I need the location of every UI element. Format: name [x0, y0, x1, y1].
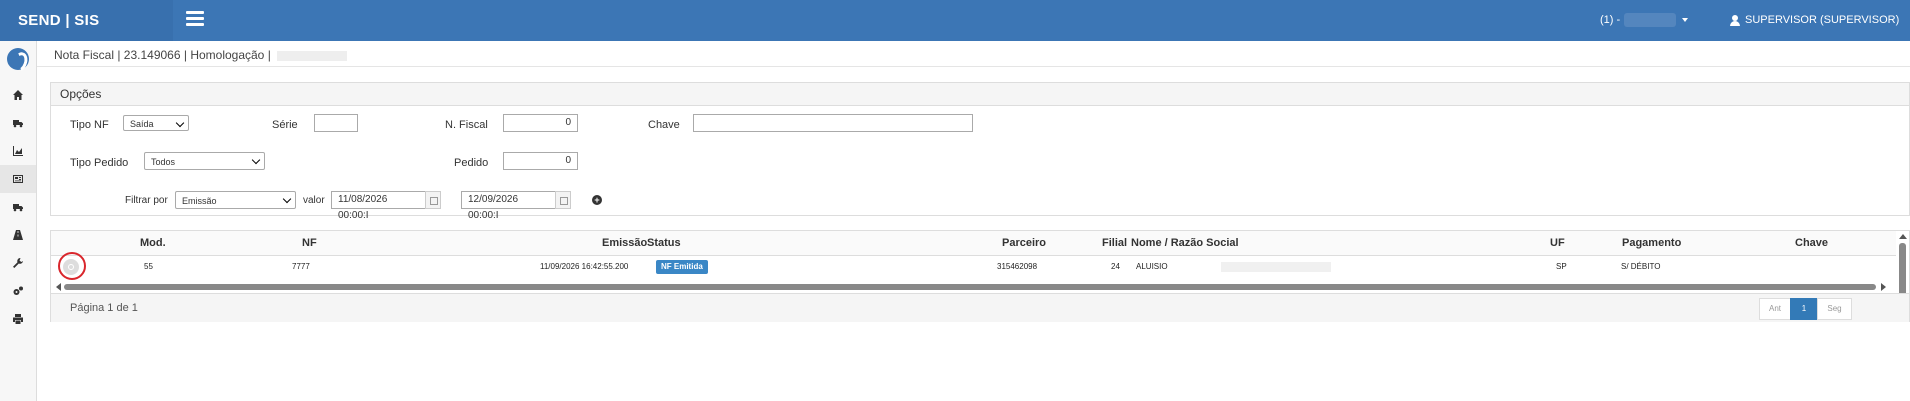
truck-icon[interactable]: [0, 109, 36, 137]
top-bar: SEND | SIS (1) - SUPERVISOR (SUPERVISOR): [0, 0, 1910, 64]
breadcrumb-redacted: [276, 50, 347, 61]
caret-down-icon: [1736, 59, 1742, 64]
road-icon[interactable]: [0, 221, 36, 249]
cell-parceiro: 315462098: [997, 262, 1038, 271]
printer-icon[interactable]: [0, 305, 36, 333]
horizontal-scrollbar[interactable]: [51, 282, 1896, 292]
unit-label: (1) -: [1600, 14, 1621, 26]
serie-label: Série: [272, 119, 298, 131]
gears-icon[interactable]: [0, 277, 36, 305]
valor-label: valor: [303, 195, 325, 206]
caret-down-icon: [1682, 18, 1689, 23]
cell-nf: 7777: [292, 262, 310, 271]
grid-footer: Página 1 de 1 Ant 1 Seg: [51, 293, 1909, 322]
col-mod[interactable]: Mod.: [140, 237, 166, 249]
results-grid: Mod. NF Emissão Status Parceiro Filial N…: [50, 230, 1910, 322]
app-brand[interactable]: SEND | SIS: [0, 0, 173, 41]
cell-uf: SP: [1556, 262, 1567, 271]
plus-circle-icon[interactable]: +: [592, 195, 602, 205]
tipo-pedido-value: Todos: [151, 157, 176, 167]
col-emissao[interactable]: Emissão: [602, 237, 647, 249]
chave-input[interactable]: [693, 114, 973, 132]
user-name: SUPERVISOR (SUPERVISOR): [1745, 14, 1900, 26]
tipo-nf-select[interactable]: Saída: [123, 115, 189, 131]
col-uf[interactable]: UF: [1550, 237, 1565, 249]
col-parceiro[interactable]: Parceiro: [1002, 237, 1046, 249]
pager-prev[interactable]: Ant: [1759, 298, 1791, 320]
page-info: Página 1 de 1: [70, 302, 138, 314]
logo-icon: [7, 48, 29, 70]
divider: [37, 66, 1910, 67]
status-badge: NF Emitida: [656, 260, 708, 274]
col-pagamento[interactable]: Pagamento: [1622, 237, 1681, 249]
truck-icon[interactable]: [0, 193, 36, 221]
calendar-icon[interactable]: [425, 191, 441, 209]
cell-pagamento: S/ DÉBITO: [1621, 262, 1661, 271]
pager-page[interactable]: 1: [1790, 298, 1818, 320]
col-filial[interactable]: Filial: [1102, 237, 1127, 249]
highlight-circle: [58, 252, 86, 280]
serie-input[interactable]: [314, 114, 358, 132]
home-icon[interactable]: [0, 81, 36, 109]
col-status[interactable]: Status: [647, 237, 681, 249]
n-fiscal-label: N. Fiscal: [445, 119, 488, 131]
unit-name-redacted: [1624, 13, 1677, 28]
scroll-thumb[interactable]: [1899, 243, 1906, 299]
options-panel: Opções Tipo NF Saída Série N. Fiscal 0 C…: [50, 82, 1910, 221]
user-menu[interactable]: SUPERVISOR (SUPERVISOR): [1730, 0, 1910, 64]
sidebar: [0, 41, 37, 401]
col-chave[interactable]: Chave: [1795, 237, 1828, 249]
calendar-icon[interactable]: [555, 191, 571, 209]
filtrar-select[interactable]: Emissão: [175, 191, 296, 209]
cell-mod: 55: [144, 262, 153, 271]
date-to-input[interactable]: 12/09/2026 00:00:I: [461, 191, 556, 221]
panel-title: Opções: [51, 83, 1909, 106]
pedido-label: Pedido: [454, 157, 489, 169]
pagination: Ant 1 Seg: [1759, 298, 1852, 320]
user-icon: [1730, 14, 1740, 26]
grid-header: Mod. NF Emissão Status Parceiro Filial N…: [51, 231, 1896, 256]
breadcrumb: Nota Fiscal | 23.149066 | Homologação |: [54, 48, 347, 62]
cell-filial: 24: [1111, 262, 1120, 271]
invoice-icon[interactable]: [0, 165, 36, 193]
table-row[interactable]: 55 7777 11/09/2026 16:42:55.200 NF Emiti…: [51, 252, 1896, 280]
filtrar-label: Filtrar por: [125, 195, 168, 206]
scroll-up-icon[interactable]: [1899, 234, 1907, 239]
filtrar-value: Emissão: [182, 196, 217, 206]
col-nf[interactable]: NF: [302, 237, 317, 249]
col-nome[interactable]: Nome / Razão Social: [1131, 237, 1239, 249]
tipo-pedido-select[interactable]: Todos: [144, 152, 265, 170]
tipo-nf-value: Saída: [130, 119, 154, 129]
cell-nome: ALUISIO: [1136, 262, 1168, 271]
tipo-nf-label: Tipo NF: [70, 119, 109, 131]
tipo-pedido-label: Tipo Pedido: [70, 157, 129, 169]
scroll-right-icon[interactable]: [1881, 283, 1886, 291]
unit-selector[interactable]: (1) -: [1600, 0, 1689, 41]
date-from-input[interactable]: 11/08/2026 00:00:I: [331, 191, 426, 221]
scroll-thumb[interactable]: [64, 284, 1876, 290]
pedido-input[interactable]: 0: [503, 152, 578, 170]
cell-emissao: 11/09/2026 16:42:55.200: [540, 262, 629, 271]
n-fiscal-input[interactable]: 0: [503, 114, 578, 132]
cell-nome-redacted: [1221, 262, 1331, 272]
menu-icon[interactable]: [186, 11, 204, 27]
wrench-icon[interactable]: [0, 249, 36, 277]
pager-next[interactable]: Seg: [1817, 298, 1852, 320]
chave-label: Chave: [648, 119, 680, 131]
breadcrumb-text: Nota Fiscal | 23.149066 | Homologação |: [54, 48, 271, 62]
chart-icon[interactable]: [0, 137, 36, 165]
scroll-left-icon[interactable]: [56, 283, 61, 291]
